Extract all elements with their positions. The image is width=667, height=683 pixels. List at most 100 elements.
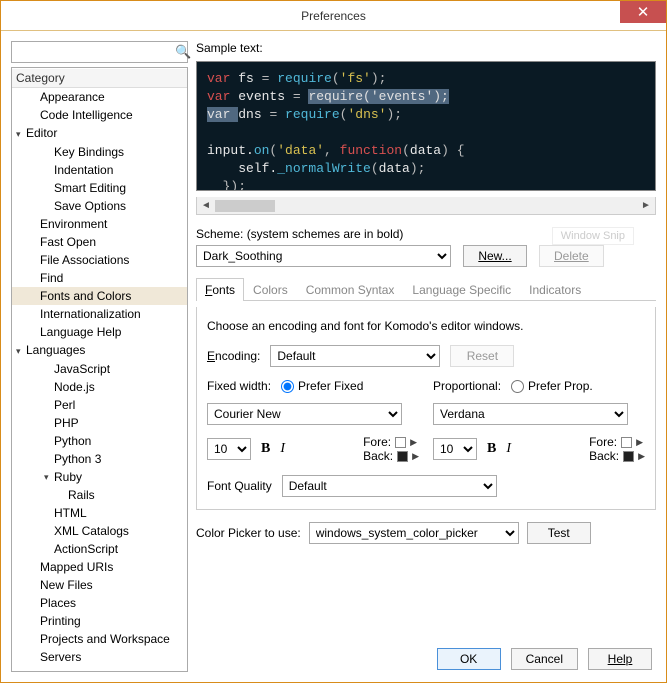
- fixed-back-swatch[interactable]: [397, 451, 408, 462]
- tree-item[interactable]: Printing: [12, 612, 187, 630]
- tree-item-label: Projects and Workspace: [40, 632, 170, 646]
- tab-language-specific[interactable]: Language Specific: [403, 278, 520, 301]
- fixed-fore-swatch[interactable]: [395, 437, 406, 448]
- fixed-width-label: Fixed width:: [207, 379, 271, 393]
- fixed-italic-toggle[interactable]: I: [280, 441, 285, 457]
- tree-item-label: Fonts and Colors: [40, 289, 131, 303]
- tree-item[interactable]: Language Help: [12, 323, 187, 341]
- sample-hscrollbar[interactable]: ◄ ►: [196, 197, 656, 215]
- tree-item[interactable]: Projects and Workspace: [12, 630, 187, 648]
- font-quality-label: Font Quality: [207, 479, 272, 493]
- scroll-left-icon[interactable]: ◄: [199, 200, 213, 211]
- tree-item[interactable]: PHP: [12, 414, 187, 432]
- color-picker-test-button[interactable]: Test: [527, 522, 591, 544]
- tree-item-label: Editor: [26, 126, 57, 140]
- tree-item[interactable]: Fast Open: [12, 233, 187, 251]
- tree-item[interactable]: Save Options: [12, 197, 187, 215]
- tree-item[interactable]: Python: [12, 432, 187, 450]
- tree-item[interactable]: Key Bindings: [12, 143, 187, 161]
- tree-item[interactable]: HTML: [12, 504, 187, 522]
- tree-item[interactable]: ▾Languages: [12, 341, 187, 360]
- category-tree[interactable]: Category AppearanceCode Intelligence▾Edi…: [11, 67, 188, 672]
- tree-item[interactable]: Perl: [12, 396, 187, 414]
- prop-fore-swatch[interactable]: [621, 437, 632, 448]
- search-icon[interactable]: 🔍: [175, 44, 191, 60]
- tab-colors[interactable]: Colors: [244, 278, 297, 301]
- fixed-font-select[interactable]: Courier New: [207, 403, 402, 425]
- tree-item[interactable]: Places: [12, 594, 187, 612]
- tree-item-label: Key Bindings: [54, 145, 124, 159]
- prop-back-menu-icon[interactable]: ▶: [638, 451, 645, 462]
- fixed-fore-menu-icon[interactable]: ▶: [410, 437, 417, 448]
- cancel-button[interactable]: Cancel: [511, 648, 578, 670]
- tree-item[interactable]: Find: [12, 269, 187, 287]
- scroll-thumb[interactable]: [215, 200, 275, 212]
- panel-description: Choose an encoding and font for Komodo's…: [207, 319, 645, 333]
- tree-item[interactable]: JavaScript: [12, 360, 187, 378]
- scheme-select[interactable]: Dark_Soothing: [196, 245, 451, 267]
- tree-item-label: Rails: [68, 488, 95, 502]
- prefer-prop-radio[interactable]: Prefer Prop.: [511, 379, 593, 393]
- tree-item[interactable]: XML Catalogs: [12, 522, 187, 540]
- prop-fore-menu-icon[interactable]: ▶: [636, 437, 643, 448]
- encoding-select[interactable]: Default: [270, 345, 440, 367]
- fonts-panel: Choose an encoding and font for Komodo's…: [196, 307, 656, 510]
- tree-item[interactable]: Environment: [12, 215, 187, 233]
- scheme-delete-button: Delete: [539, 245, 604, 267]
- prefer-fixed-radio[interactable]: Prefer Fixed: [281, 379, 363, 393]
- tree-item[interactable]: Servers: [12, 648, 187, 666]
- color-picker-select[interactable]: windows_system_color_picker: [309, 522, 519, 544]
- preferences-window: Preferences ✕ 🔍 Category AppearanceCode …: [0, 0, 667, 683]
- dialog-buttons: OK Cancel Help: [196, 640, 656, 672]
- tree-item[interactable]: Indentation: [12, 161, 187, 179]
- fixed-bold-toggle[interactable]: B: [261, 441, 270, 457]
- tree-item-label: Languages: [26, 343, 85, 357]
- tree-item[interactable]: Mapped URIs: [12, 558, 187, 576]
- tree-item[interactable]: File Associations: [12, 251, 187, 269]
- twisty-icon[interactable]: ▾: [16, 126, 26, 142]
- search-input[interactable]: [12, 43, 175, 61]
- tree-item-label: Fast Open: [40, 235, 96, 249]
- twisty-icon[interactable]: ▾: [44, 469, 54, 485]
- tree-item[interactable]: Appearance: [12, 88, 187, 106]
- tree-item[interactable]: Smart Editing: [12, 179, 187, 197]
- tree-item-label: Language Help: [40, 325, 121, 339]
- tree-item-label: Indentation: [54, 163, 113, 177]
- tree-item[interactable]: ▾Ruby: [12, 468, 187, 487]
- sample-label: Sample text:: [196, 41, 656, 55]
- tab-bar: FontsColorsCommon SyntaxLanguage Specifi…: [196, 277, 656, 301]
- tree-item[interactable]: Python 3: [12, 450, 187, 468]
- prop-font-select[interactable]: Verdana: [433, 403, 628, 425]
- twisty-icon[interactable]: ▾: [16, 343, 26, 359]
- ok-button[interactable]: OK: [437, 648, 501, 670]
- tree-item[interactable]: Fonts and Colors: [12, 287, 187, 305]
- scheme-new-button[interactable]: New...: [463, 245, 527, 267]
- tree-item[interactable]: Code Intelligence: [12, 106, 187, 124]
- prop-back-swatch[interactable]: [623, 451, 634, 462]
- close-button[interactable]: ✕: [620, 1, 666, 23]
- tree-item-label: File Associations: [40, 253, 129, 267]
- tree-item[interactable]: ▾Editor: [12, 124, 187, 143]
- tree-item-label: XML Catalogs: [54, 524, 129, 538]
- tab-fonts[interactable]: Fonts: [196, 278, 244, 301]
- fixed-size-select[interactable]: 10: [207, 438, 251, 460]
- tab-indicators[interactable]: Indicators: [520, 278, 590, 301]
- prop-bold-toggle[interactable]: B: [487, 441, 496, 457]
- tree-item-label: HTML: [54, 506, 87, 520]
- tree-item[interactable]: Rails: [12, 486, 187, 504]
- sample-code[interactable]: var fs = require('fs'); var events = req…: [196, 61, 656, 191]
- prop-fore-label: Fore:: [589, 435, 617, 449]
- tree-item-label: ActionScript: [54, 542, 118, 556]
- help-button[interactable]: Help: [588, 648, 652, 670]
- prop-italic-toggle[interactable]: I: [506, 441, 511, 457]
- tree-item[interactable]: Node.js: [12, 378, 187, 396]
- tree-item[interactable]: New Files: [12, 576, 187, 594]
- tab-common-syntax[interactable]: Common Syntax: [297, 278, 404, 301]
- fixed-back-menu-icon[interactable]: ▶: [412, 451, 419, 462]
- proportional-label: Proportional:: [433, 379, 501, 393]
- prop-size-select[interactable]: 10: [433, 438, 477, 460]
- tree-item[interactable]: Internationalization: [12, 305, 187, 323]
- tree-item[interactable]: ActionScript: [12, 540, 187, 558]
- scroll-right-icon[interactable]: ►: [639, 200, 653, 211]
- font-quality-select[interactable]: Default: [282, 475, 497, 497]
